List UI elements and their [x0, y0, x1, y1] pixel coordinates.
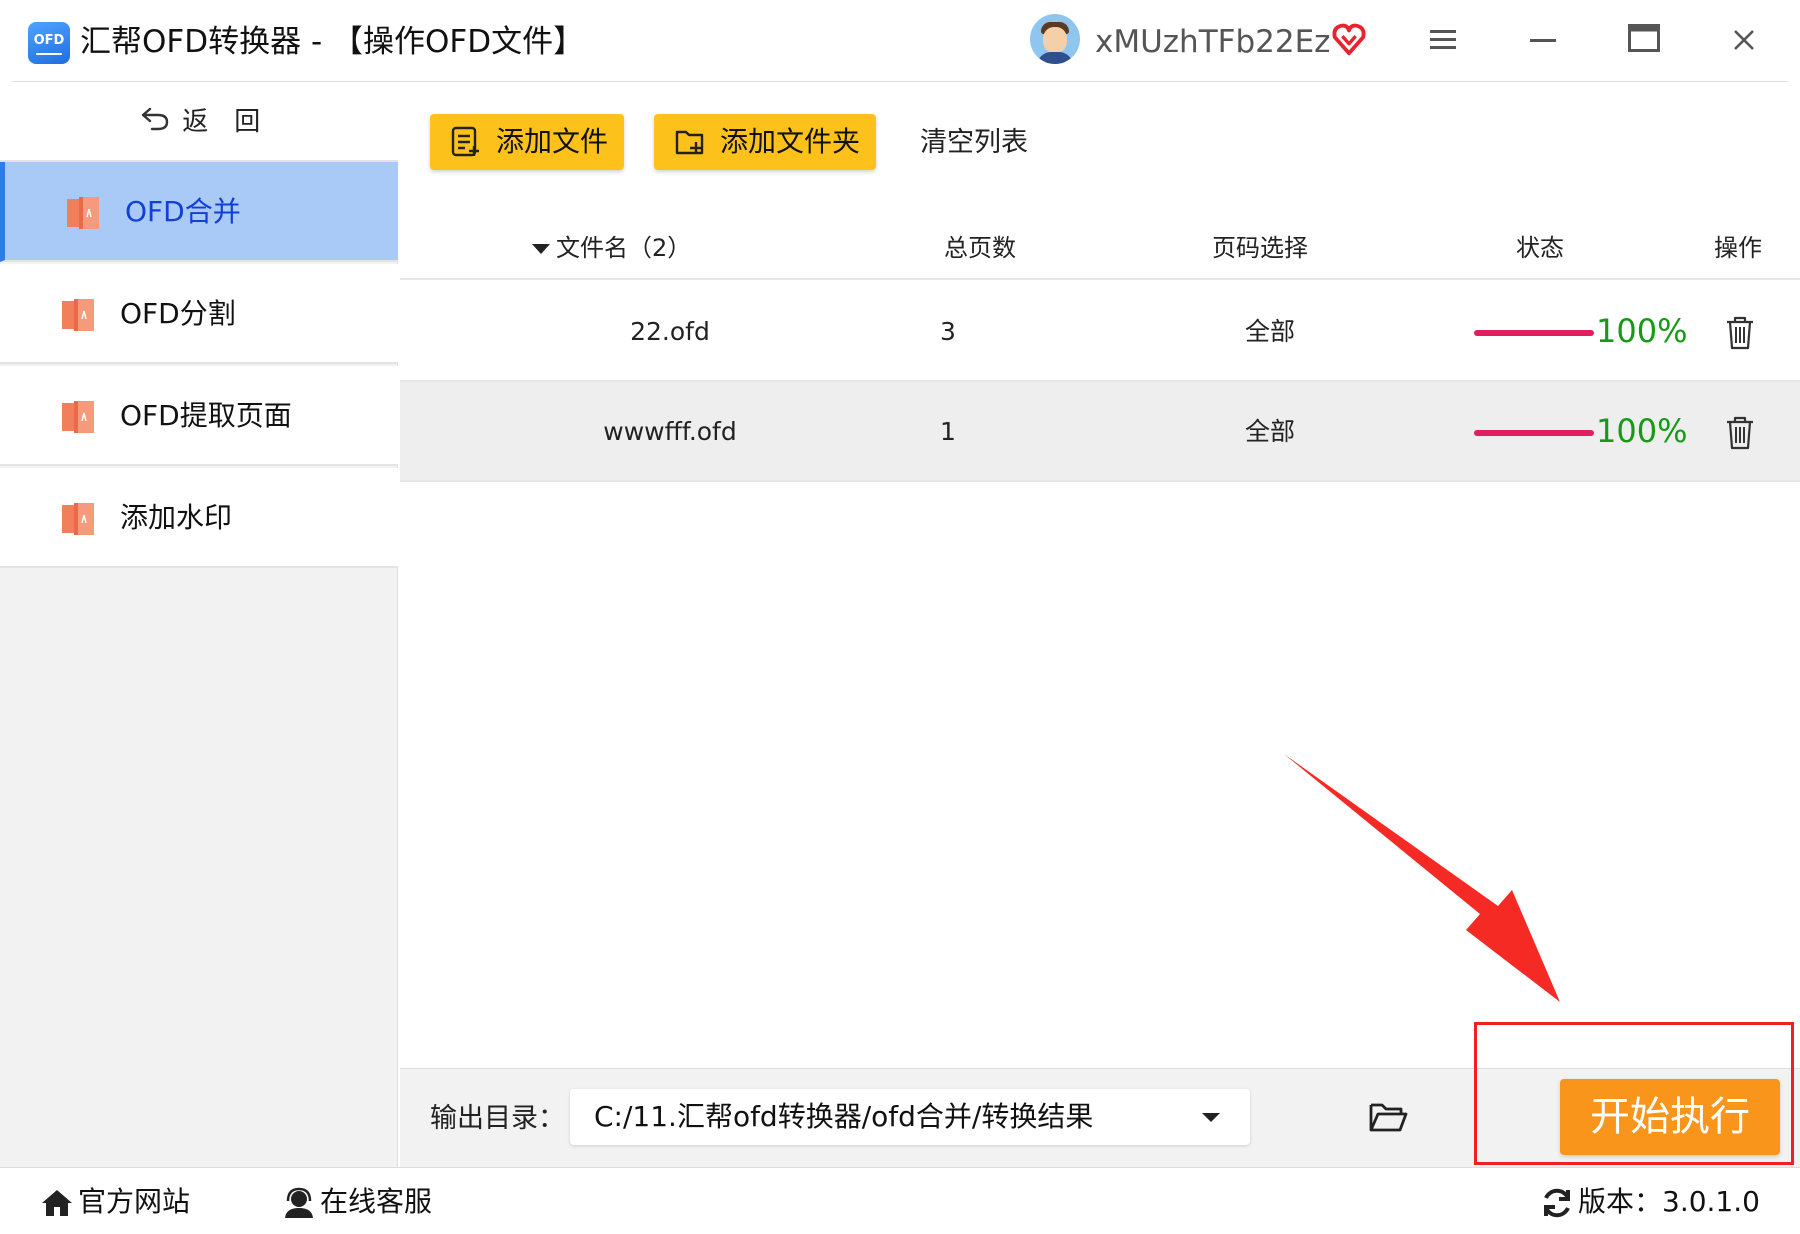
- title-bar: OFD 汇帮OFD转换器 - 【操作OFD文件】 xMUzhTFb22Ez: [0, 0, 1800, 82]
- ofd-file-icon: [62, 401, 94, 433]
- action-column-header: 操作: [1714, 234, 1762, 262]
- page-select-column-header: 页码选择: [1212, 234, 1308, 262]
- file-name: 22.ofd: [630, 317, 710, 346]
- page-count: 1: [940, 417, 956, 446]
- annotation-highlight-box: [1474, 1022, 1794, 1165]
- back-button[interactable]: 返 回: [0, 82, 398, 162]
- sort-desc-icon: [532, 244, 550, 254]
- maximize-icon[interactable]: [1618, 16, 1670, 66]
- progress-percent: 100%: [1596, 412, 1688, 450]
- home-icon: [42, 1190, 72, 1216]
- avatar[interactable]: [1030, 14, 1080, 64]
- app-logo-icon: OFD: [28, 22, 70, 64]
- sidebar-item-label: OFD提取页面: [120, 399, 292, 432]
- add-folder-icon: [675, 130, 704, 155]
- progress-bar: [1474, 430, 1594, 436]
- menu-icon[interactable]: [1418, 16, 1470, 66]
- filename-column-header[interactable]: 文件名（2）: [532, 228, 691, 268]
- pages-column-header: 总页数: [944, 234, 1016, 262]
- page-count: 3: [940, 317, 956, 346]
- headset-icon: [285, 1187, 313, 1218]
- back-label: 返 回: [182, 107, 261, 137]
- output-path-value: C:/11.汇帮ofd转换器/ofd合并/转换结果: [594, 1100, 1094, 1133]
- add-file-button[interactable]: 添加文件: [430, 114, 624, 170]
- progress-bar: [1474, 330, 1594, 336]
- output-directory-select[interactable]: C:/11.汇帮ofd转换器/ofd合并/转换结果: [570, 1089, 1250, 1145]
- sidebar-item-ofd-merge[interactable]: OFD合并: [0, 162, 398, 262]
- delete-icon[interactable]: [1725, 416, 1755, 450]
- vip-heart-icon[interactable]: [1330, 20, 1368, 58]
- sidebar-item-ofd-extract[interactable]: OFD提取页面: [0, 366, 398, 466]
- refresh-icon: [1544, 1188, 1570, 1218]
- add-file-icon: [451, 126, 479, 157]
- clear-list-button[interactable]: 清空列表: [920, 122, 1028, 164]
- open-folder-icon[interactable]: [1368, 1099, 1408, 1135]
- close-icon[interactable]: [1718, 16, 1770, 66]
- page-select-value[interactable]: 全部: [1200, 310, 1340, 354]
- table-row[interactable]: 22.ofd 3 全部 100%: [400, 282, 1800, 382]
- back-arrow-icon: [140, 103, 174, 143]
- sidebar-item-label: OFD合并: [125, 195, 241, 228]
- add-file-label: 添加文件: [496, 125, 609, 158]
- annotation-arrow: [1284, 754, 1560, 1002]
- add-folder-button[interactable]: 添加文件夹: [654, 114, 876, 170]
- ofd-file-icon: [62, 503, 94, 535]
- file-name: wwwfff.ofd: [603, 417, 737, 446]
- file-table-header: 文件名（2） 总页数 页码选择 状态 操作: [400, 218, 1800, 280]
- page-select-value[interactable]: 全部: [1200, 410, 1340, 454]
- progress-percent: 100%: [1596, 312, 1688, 350]
- official-website-link[interactable]: 官方网站: [40, 1180, 190, 1224]
- output-directory-label: 输出目录：: [430, 1103, 565, 1134]
- footer: 官方网站 在线客服 版本：3.0.1.0: [0, 1167, 1800, 1234]
- add-folder-label: 添加文件夹: [720, 125, 861, 158]
- chevron-down-icon: [1202, 1113, 1220, 1122]
- ofd-file-icon: [62, 299, 94, 331]
- online-support-link[interactable]: 在线客服: [282, 1180, 432, 1224]
- sidebar-item-label: OFD分割: [120, 297, 236, 330]
- sidebar: 返 回 OFD合并 OFD分割 OFD提取页面 添加水印: [0, 82, 398, 1167]
- table-row[interactable]: wwwfff.ofd 1 全部 100%: [400, 382, 1800, 482]
- delete-icon[interactable]: [1725, 316, 1755, 350]
- sidebar-item-add-watermark[interactable]: 添加水印: [0, 468, 398, 568]
- username[interactable]: xMUzhTFb22Ez: [1095, 20, 1330, 64]
- window-title: 汇帮OFD转换器 - 【操作OFD文件】: [80, 24, 585, 60]
- sidebar-item-label: 添加水印: [120, 501, 233, 534]
- ofd-file-icon: [67, 197, 99, 229]
- minimize-icon[interactable]: [1518, 16, 1570, 66]
- version-info[interactable]: 版本：3.0.1.0: [1540, 1180, 1760, 1224]
- sidebar-item-ofd-split[interactable]: OFD分割: [0, 264, 398, 364]
- status-column-header: 状态: [1516, 234, 1564, 262]
